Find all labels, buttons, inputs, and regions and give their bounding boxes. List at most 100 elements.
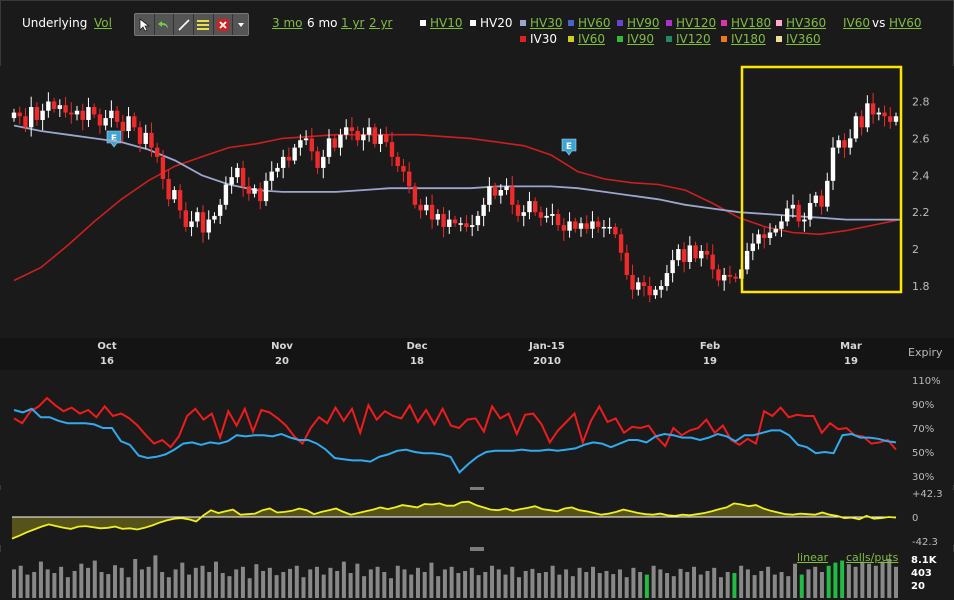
volume-bar xyxy=(516,577,521,598)
candle-body xyxy=(452,219,458,224)
candle-body xyxy=(670,260,675,274)
volume-axis-label: 403 xyxy=(911,568,932,579)
volume-bar xyxy=(631,567,636,598)
volume-bar xyxy=(510,566,515,598)
panel-resize-handle xyxy=(470,487,484,491)
candle-body xyxy=(727,274,733,277)
volume-bar xyxy=(92,560,97,598)
vol-tick-label: 90% xyxy=(912,400,934,411)
candle-body xyxy=(733,276,738,279)
date-tick-month: Jan-15 xyxy=(528,341,565,352)
candle-body xyxy=(842,140,847,148)
volume-bar-green xyxy=(732,573,737,598)
candle-body xyxy=(762,234,767,239)
volume-bar xyxy=(207,572,212,598)
candle-body xyxy=(137,127,143,144)
candle-body xyxy=(882,112,887,117)
candle-body xyxy=(321,156,326,168)
candle-body xyxy=(435,214,441,220)
candle-body xyxy=(51,101,57,109)
candle-body xyxy=(401,166,406,172)
candle-body xyxy=(355,131,360,141)
volume-bar xyxy=(692,566,697,598)
volume-bar xyxy=(543,572,548,598)
candle-body xyxy=(807,202,813,220)
candle-body xyxy=(498,190,504,196)
volume-bar xyxy=(389,578,394,598)
candle-body xyxy=(109,110,114,119)
volume-bar xyxy=(180,562,185,598)
volume-bar xyxy=(133,559,138,598)
candle-body xyxy=(441,214,446,227)
volume-bar xyxy=(382,572,387,598)
candle-body xyxy=(298,140,303,148)
volume-bar xyxy=(678,568,683,598)
date-axis-bg xyxy=(0,338,954,370)
volume-bar xyxy=(624,577,629,598)
date-tick-month: Dec xyxy=(406,341,427,352)
volume-bar xyxy=(288,568,293,598)
volume-bar xyxy=(348,573,353,598)
expiry-axis-label: Expiry xyxy=(908,346,943,359)
volume-bar xyxy=(146,566,151,598)
volume-axis-label: 20 xyxy=(911,581,925,592)
candle-body xyxy=(338,134,343,148)
volume-bar xyxy=(712,567,717,598)
calls-puts-link[interactable]: calls/puts xyxy=(846,551,898,564)
candle-body xyxy=(183,210,189,227)
candle-body xyxy=(721,274,727,281)
price-tick-label: 2.2 xyxy=(912,206,930,219)
volume-bar xyxy=(254,564,259,598)
volume-bar xyxy=(32,572,37,598)
candle-body xyxy=(343,127,349,135)
candle-body xyxy=(555,214,561,226)
scale-linear-link[interactable]: linear xyxy=(797,551,828,564)
volume-bar xyxy=(314,566,319,598)
candle-body xyxy=(172,190,177,200)
candle-body xyxy=(23,116,28,128)
candle-body xyxy=(160,156,166,179)
candle-body xyxy=(114,110,120,122)
volume-bar xyxy=(442,569,447,598)
date-tick-day: 16 xyxy=(100,356,114,367)
volume-bar xyxy=(752,575,757,598)
candle-body xyxy=(653,289,658,296)
volume-bar xyxy=(786,576,791,598)
price-tick-label: 2 xyxy=(912,243,919,256)
candle-body xyxy=(366,127,372,135)
candle-body xyxy=(699,250,704,259)
candle-body xyxy=(658,286,664,290)
volume-bar xyxy=(819,572,824,598)
volume-bar xyxy=(240,566,245,598)
volume-bar xyxy=(894,566,898,598)
candle-body xyxy=(263,180,269,202)
candle-body xyxy=(91,107,97,115)
vol-tick-label: 70% xyxy=(912,424,934,435)
volume-bar xyxy=(301,577,306,598)
candle-body xyxy=(784,208,790,222)
volume-bar xyxy=(99,572,104,598)
volume-bar xyxy=(220,573,225,598)
volume-bar xyxy=(873,565,878,598)
candle-body xyxy=(561,225,567,231)
candle-body xyxy=(275,167,280,172)
candle-body xyxy=(475,215,481,226)
volume-bar xyxy=(490,565,495,598)
volume-bar xyxy=(267,567,272,598)
volume-bar xyxy=(362,576,367,598)
volume-bar xyxy=(638,572,643,598)
volume-bar xyxy=(597,573,602,598)
price-tick-label: 2.4 xyxy=(912,169,930,182)
candle-body xyxy=(240,167,246,187)
candle-body xyxy=(865,103,870,128)
volume-bar xyxy=(153,555,158,598)
volume-bar xyxy=(705,570,710,598)
candle-body xyxy=(149,132,154,148)
spread-tick-label: -42.3 xyxy=(912,537,938,548)
candle-body xyxy=(532,201,538,213)
volume-bar xyxy=(294,565,299,598)
candle-body xyxy=(384,134,389,143)
candle-body xyxy=(790,204,796,209)
volume-bar xyxy=(234,569,239,598)
candle-body xyxy=(269,171,274,181)
